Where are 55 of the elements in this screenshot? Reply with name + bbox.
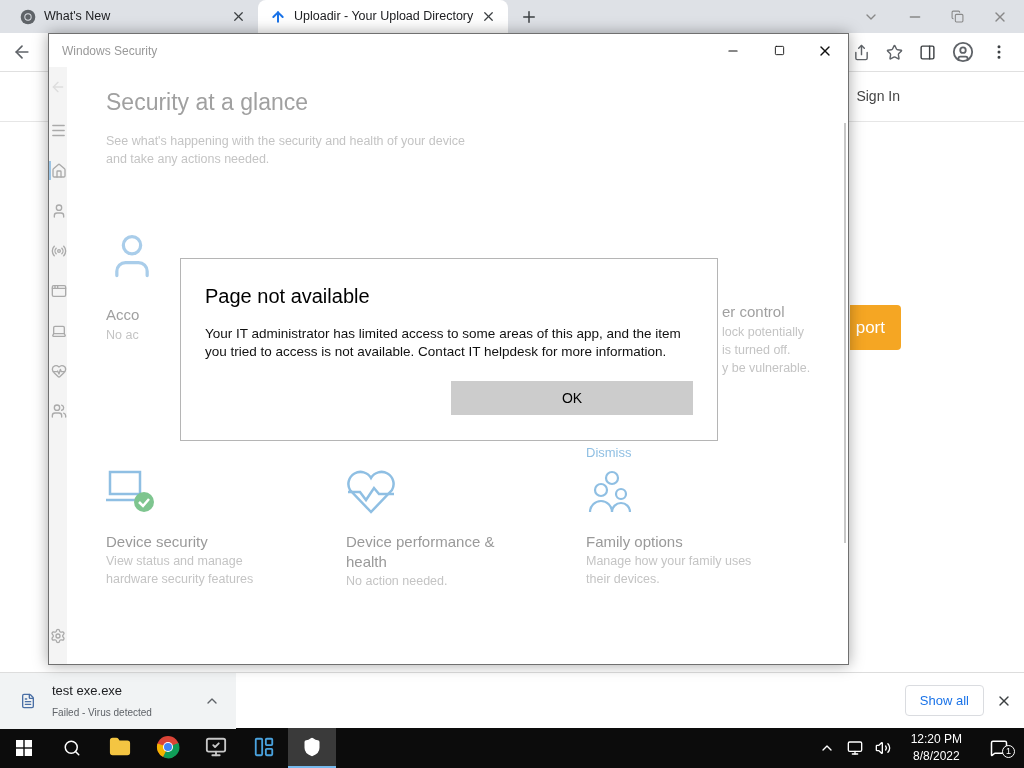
profile-icon[interactable] [952, 41, 974, 63]
chrome-logo-icon [156, 735, 180, 759]
windows-start-icon[interactable] [16, 740, 32, 756]
download-status: Failed - Virus detected [52, 705, 153, 720]
card-text: is turned off. [722, 342, 791, 359]
tab-title: What's New [44, 8, 112, 26]
restore-icon[interactable] [951, 10, 964, 23]
card-text: y be vulnerable. [722, 360, 811, 377]
browser-tab[interactable]: What's New [8, 0, 258, 33]
star-icon[interactable] [886, 43, 903, 61]
notification-icon[interactable] [990, 739, 1008, 757]
heart-pulse-icon [346, 469, 396, 514]
clock[interactable]: 12:20 PM 8/8/2022 [902, 731, 970, 765]
search-icon[interactable] [63, 739, 81, 757]
notification-count: 1 [1002, 745, 1015, 758]
chrome-logo-icon [20, 8, 36, 25]
browser-window-icon [51, 282, 67, 299]
panel-icon [253, 736, 275, 758]
dialog-message: Your IT administrator has limited access to some areas of this app, and the item you tried to access is not available. Contact IT helpdesk for more information. [205, 325, 682, 361]
card-text: Manage how your family uses their devices. [586, 552, 753, 588]
card-text: No action needed. [346, 572, 449, 590]
shield-icon [302, 737, 322, 757]
card-text: View status and manage hardware security features [106, 552, 255, 588]
page-heading: Security at a glance [106, 88, 309, 117]
folder-icon [109, 736, 131, 758]
card-title: Device performance & health [346, 531, 496, 572]
volume-icon[interactable] [874, 740, 891, 756]
maximize-icon[interactable] [773, 45, 785, 56]
taskbar-app[interactable] [288, 728, 336, 768]
sign-in-link[interactable]: Sign In [856, 86, 900, 107]
card-title: Device security [106, 531, 209, 552]
ok-button[interactable]: OK [451, 381, 693, 415]
tab-title: Uploadir - Your Upload Directory [294, 8, 474, 26]
card-text: No ac [106, 327, 139, 344]
monitor-icon [205, 736, 227, 758]
card-title: er control [722, 301, 785, 322]
page-subtitle: See what's happening with the security and health of your device and take any actions needed. [106, 132, 466, 168]
close-icon[interactable] [231, 9, 246, 24]
side-panel-icon[interactable] [919, 43, 936, 61]
family-icon [51, 402, 67, 419]
card-title: Acco [106, 304, 140, 325]
dialog-title: Page not available [205, 284, 371, 309]
download-item[interactable]: test exe.exe Failed - Virus detected [0, 672, 236, 729]
browser-tab[interactable]: Uploadir - Your Upload Directory [258, 0, 508, 33]
person-icon [51, 202, 67, 219]
home-icon [51, 162, 67, 179]
share-icon[interactable] [853, 43, 870, 61]
download-filename: test exe.exe [52, 682, 124, 701]
show-all-button[interactable]: Show all [904, 685, 984, 716]
network-icon[interactable] [846, 740, 863, 756]
card-text: lock potentially [722, 324, 804, 341]
heart-icon [51, 362, 67, 379]
card-title: Family options [586, 531, 684, 552]
file-icon [20, 692, 36, 709]
window-title: Windows Security [62, 42, 158, 60]
